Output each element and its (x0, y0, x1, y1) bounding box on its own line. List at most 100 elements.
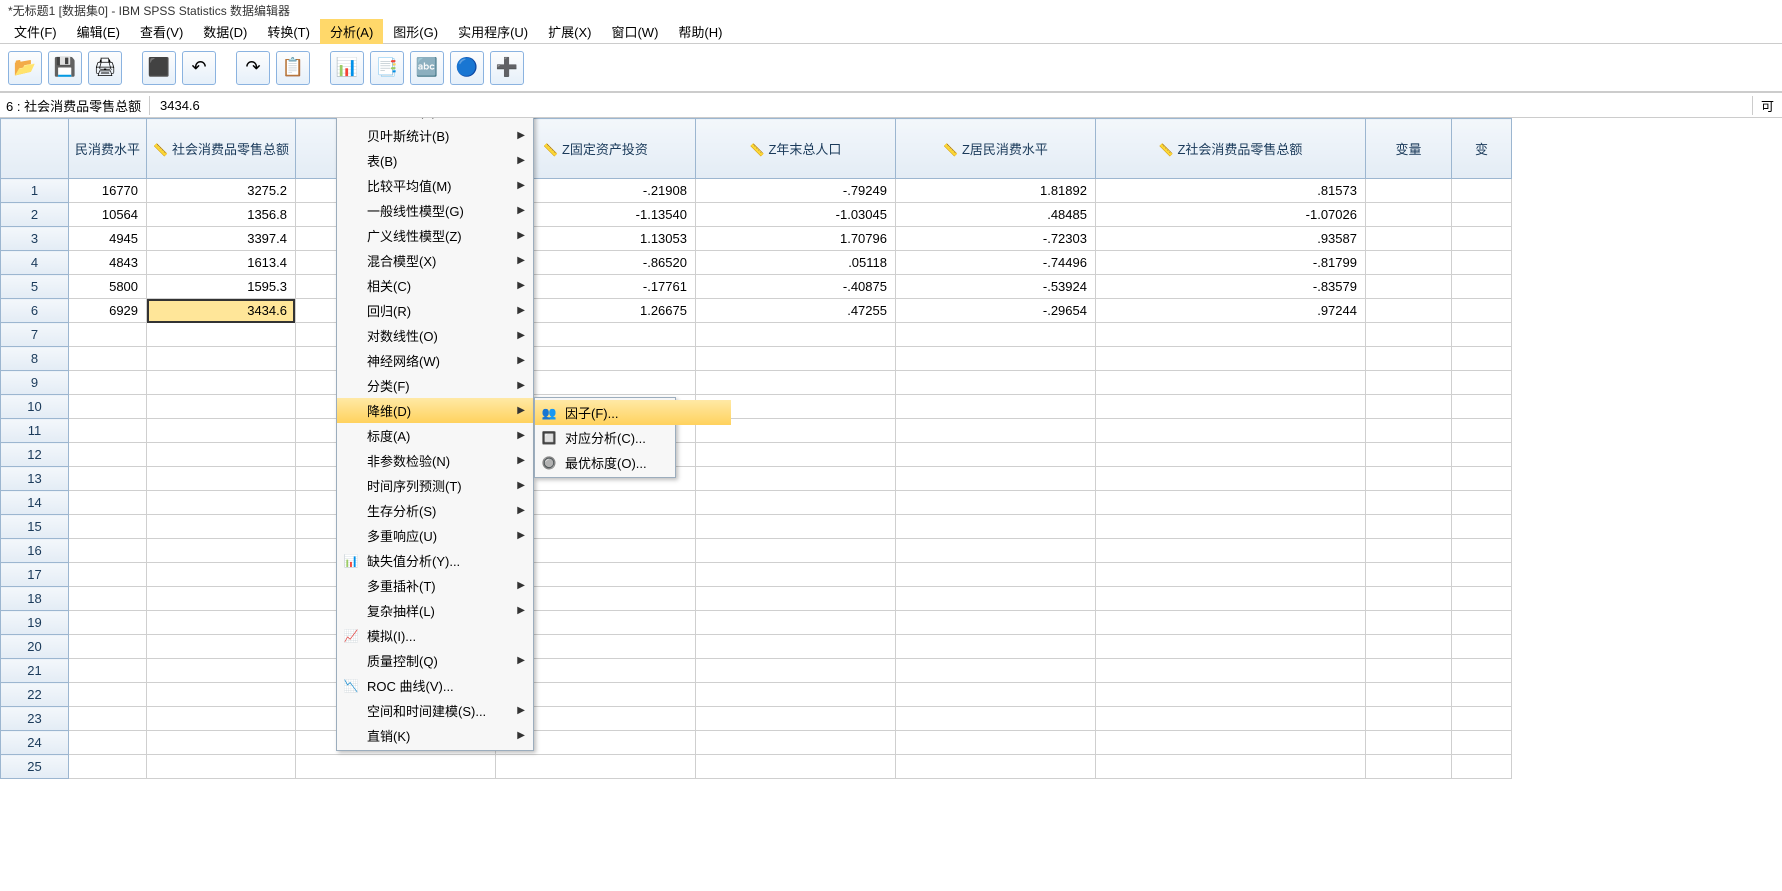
row-number[interactable]: 22 (1, 683, 69, 707)
cell[interactable] (1365, 491, 1451, 515)
dimension-reduction-submenu[interactable]: 因子(F)...👥对应分析(C)...🔲最优标度(O)...🔘 (534, 397, 676, 478)
column-header[interactable]: 📏Z社会消费品零售总额 (1095, 119, 1365, 179)
menu-item-标度(A)[interactable]: 标度(A)▶ (337, 423, 533, 448)
cell[interactable] (695, 731, 895, 755)
cell[interactable] (147, 347, 296, 371)
submenu-item-最优标度(O)...[interactable]: 最优标度(O)...🔘 (535, 450, 731, 475)
row-number[interactable]: 9 (1, 371, 69, 395)
cell[interactable]: 1595.3 (147, 275, 296, 299)
cell[interactable]: -1.03045 (695, 203, 895, 227)
cell[interactable] (1451, 635, 1511, 659)
menu-图形(G)[interactable]: 图形(G) (383, 19, 448, 44)
row-number[interactable]: 6 (1, 299, 69, 323)
cell[interactable]: .97244 (1095, 299, 1365, 323)
cell[interactable] (1451, 347, 1511, 371)
column-header[interactable]: 变 (1451, 119, 1511, 179)
cell[interactable] (1095, 323, 1365, 347)
row-number[interactable]: 24 (1, 731, 69, 755)
cell[interactable] (895, 419, 1095, 443)
cell[interactable] (895, 371, 1095, 395)
cell[interactable]: -.74496 (895, 251, 1095, 275)
cell[interactable] (147, 611, 296, 635)
cell[interactable] (1451, 587, 1511, 611)
menu-item-多重响应(U)[interactable]: 多重响应(U)▶ (337, 523, 533, 548)
cell[interactable] (1365, 659, 1451, 683)
toolbar-button-8[interactable]: 📑 (370, 51, 404, 85)
cell[interactable] (69, 659, 147, 683)
cell[interactable] (1451, 491, 1511, 515)
cell[interactable] (1095, 731, 1365, 755)
cell[interactable] (147, 419, 296, 443)
cell[interactable] (1365, 179, 1451, 203)
cell[interactable] (69, 491, 147, 515)
cell[interactable]: .05118 (695, 251, 895, 275)
cell[interactable] (1451, 563, 1511, 587)
cell[interactable] (1451, 467, 1511, 491)
cell[interactable] (1365, 635, 1451, 659)
cell[interactable] (695, 515, 895, 539)
cell[interactable] (695, 323, 895, 347)
cell[interactable]: 6929 (69, 299, 147, 323)
cell[interactable] (1451, 227, 1511, 251)
submenu-item-对应分析(C)...[interactable]: 对应分析(C)...🔲 (535, 425, 731, 450)
row-number[interactable]: 16 (1, 539, 69, 563)
cell[interactable] (1365, 203, 1451, 227)
menu-item-复杂抽样(L)[interactable]: 复杂抽样(L)▶ (337, 598, 533, 623)
row-number[interactable]: 4 (1, 251, 69, 275)
cell[interactable] (1365, 299, 1451, 323)
toolbar-button-10[interactable]: 🔵 (450, 51, 484, 85)
row-number[interactable]: 25 (1, 755, 69, 779)
cell[interactable] (147, 755, 296, 779)
cell[interactable]: 5800 (69, 275, 147, 299)
cell[interactable] (1365, 611, 1451, 635)
cell[interactable]: -.83579 (1095, 275, 1365, 299)
cell[interactable] (1451, 371, 1511, 395)
cell[interactable] (1365, 419, 1451, 443)
cell[interactable]: 16770 (69, 179, 147, 203)
cell[interactable]: 1.70796 (695, 227, 895, 251)
menu-文件(F)[interactable]: 文件(F) (4, 19, 67, 44)
row-number[interactable]: 20 (1, 635, 69, 659)
cell[interactable] (147, 371, 296, 395)
cell[interactable] (69, 371, 147, 395)
cell[interactable] (695, 755, 895, 779)
cell[interactable] (69, 635, 147, 659)
cell[interactable] (895, 347, 1095, 371)
menu-item-神经网络(W)[interactable]: 神经网络(W)▶ (337, 348, 533, 373)
cell[interactable] (1451, 443, 1511, 467)
menu-窗口(W)[interactable]: 窗口(W) (601, 19, 668, 44)
menu-分析(A)[interactable]: 分析(A) (320, 19, 383, 44)
row-number[interactable]: 17 (1, 563, 69, 587)
menu-item-生存分析(S)[interactable]: 生存分析(S)▶ (337, 498, 533, 523)
menu-item-分类(F)[interactable]: 分类(F)▶ (337, 373, 533, 398)
cell[interactable]: .48485 (895, 203, 1095, 227)
toolbar-button-2[interactable]: 🖨 (88, 51, 122, 85)
cell[interactable] (1095, 491, 1365, 515)
cell[interactable]: .47255 (695, 299, 895, 323)
cell[interactable] (1451, 299, 1511, 323)
cell[interactable] (1095, 371, 1365, 395)
cell[interactable]: -.72303 (895, 227, 1095, 251)
cell[interactable] (495, 755, 695, 779)
cell[interactable] (147, 587, 296, 611)
cell[interactable] (1451, 515, 1511, 539)
cell[interactable] (1095, 587, 1365, 611)
row-number[interactable]: 12 (1, 443, 69, 467)
menu-item-贝叶斯统计(B)[interactable]: 贝叶斯统计(B)▶ (337, 123, 533, 148)
cell[interactable] (1365, 683, 1451, 707)
menu-帮助(H)[interactable]: 帮助(H) (668, 19, 732, 44)
cell[interactable]: -.79249 (695, 179, 895, 203)
cell[interactable] (1095, 395, 1365, 419)
column-header[interactable]: 变量 (1365, 119, 1451, 179)
cell[interactable] (1095, 443, 1365, 467)
cell[interactable] (1095, 659, 1365, 683)
menu-item-空间和时间建模(S)...[interactable]: 空间和时间建模(S)...▶ (337, 698, 533, 723)
cell[interactable] (1095, 611, 1365, 635)
row-number[interactable]: 18 (1, 587, 69, 611)
menu-item-一般线性模型(G)[interactable]: 一般线性模型(G)▶ (337, 198, 533, 223)
cell[interactable] (69, 539, 147, 563)
cell[interactable] (1365, 587, 1451, 611)
column-header[interactable]: 民消费水平 (69, 119, 147, 179)
cell[interactable] (895, 563, 1095, 587)
cell[interactable] (147, 491, 296, 515)
